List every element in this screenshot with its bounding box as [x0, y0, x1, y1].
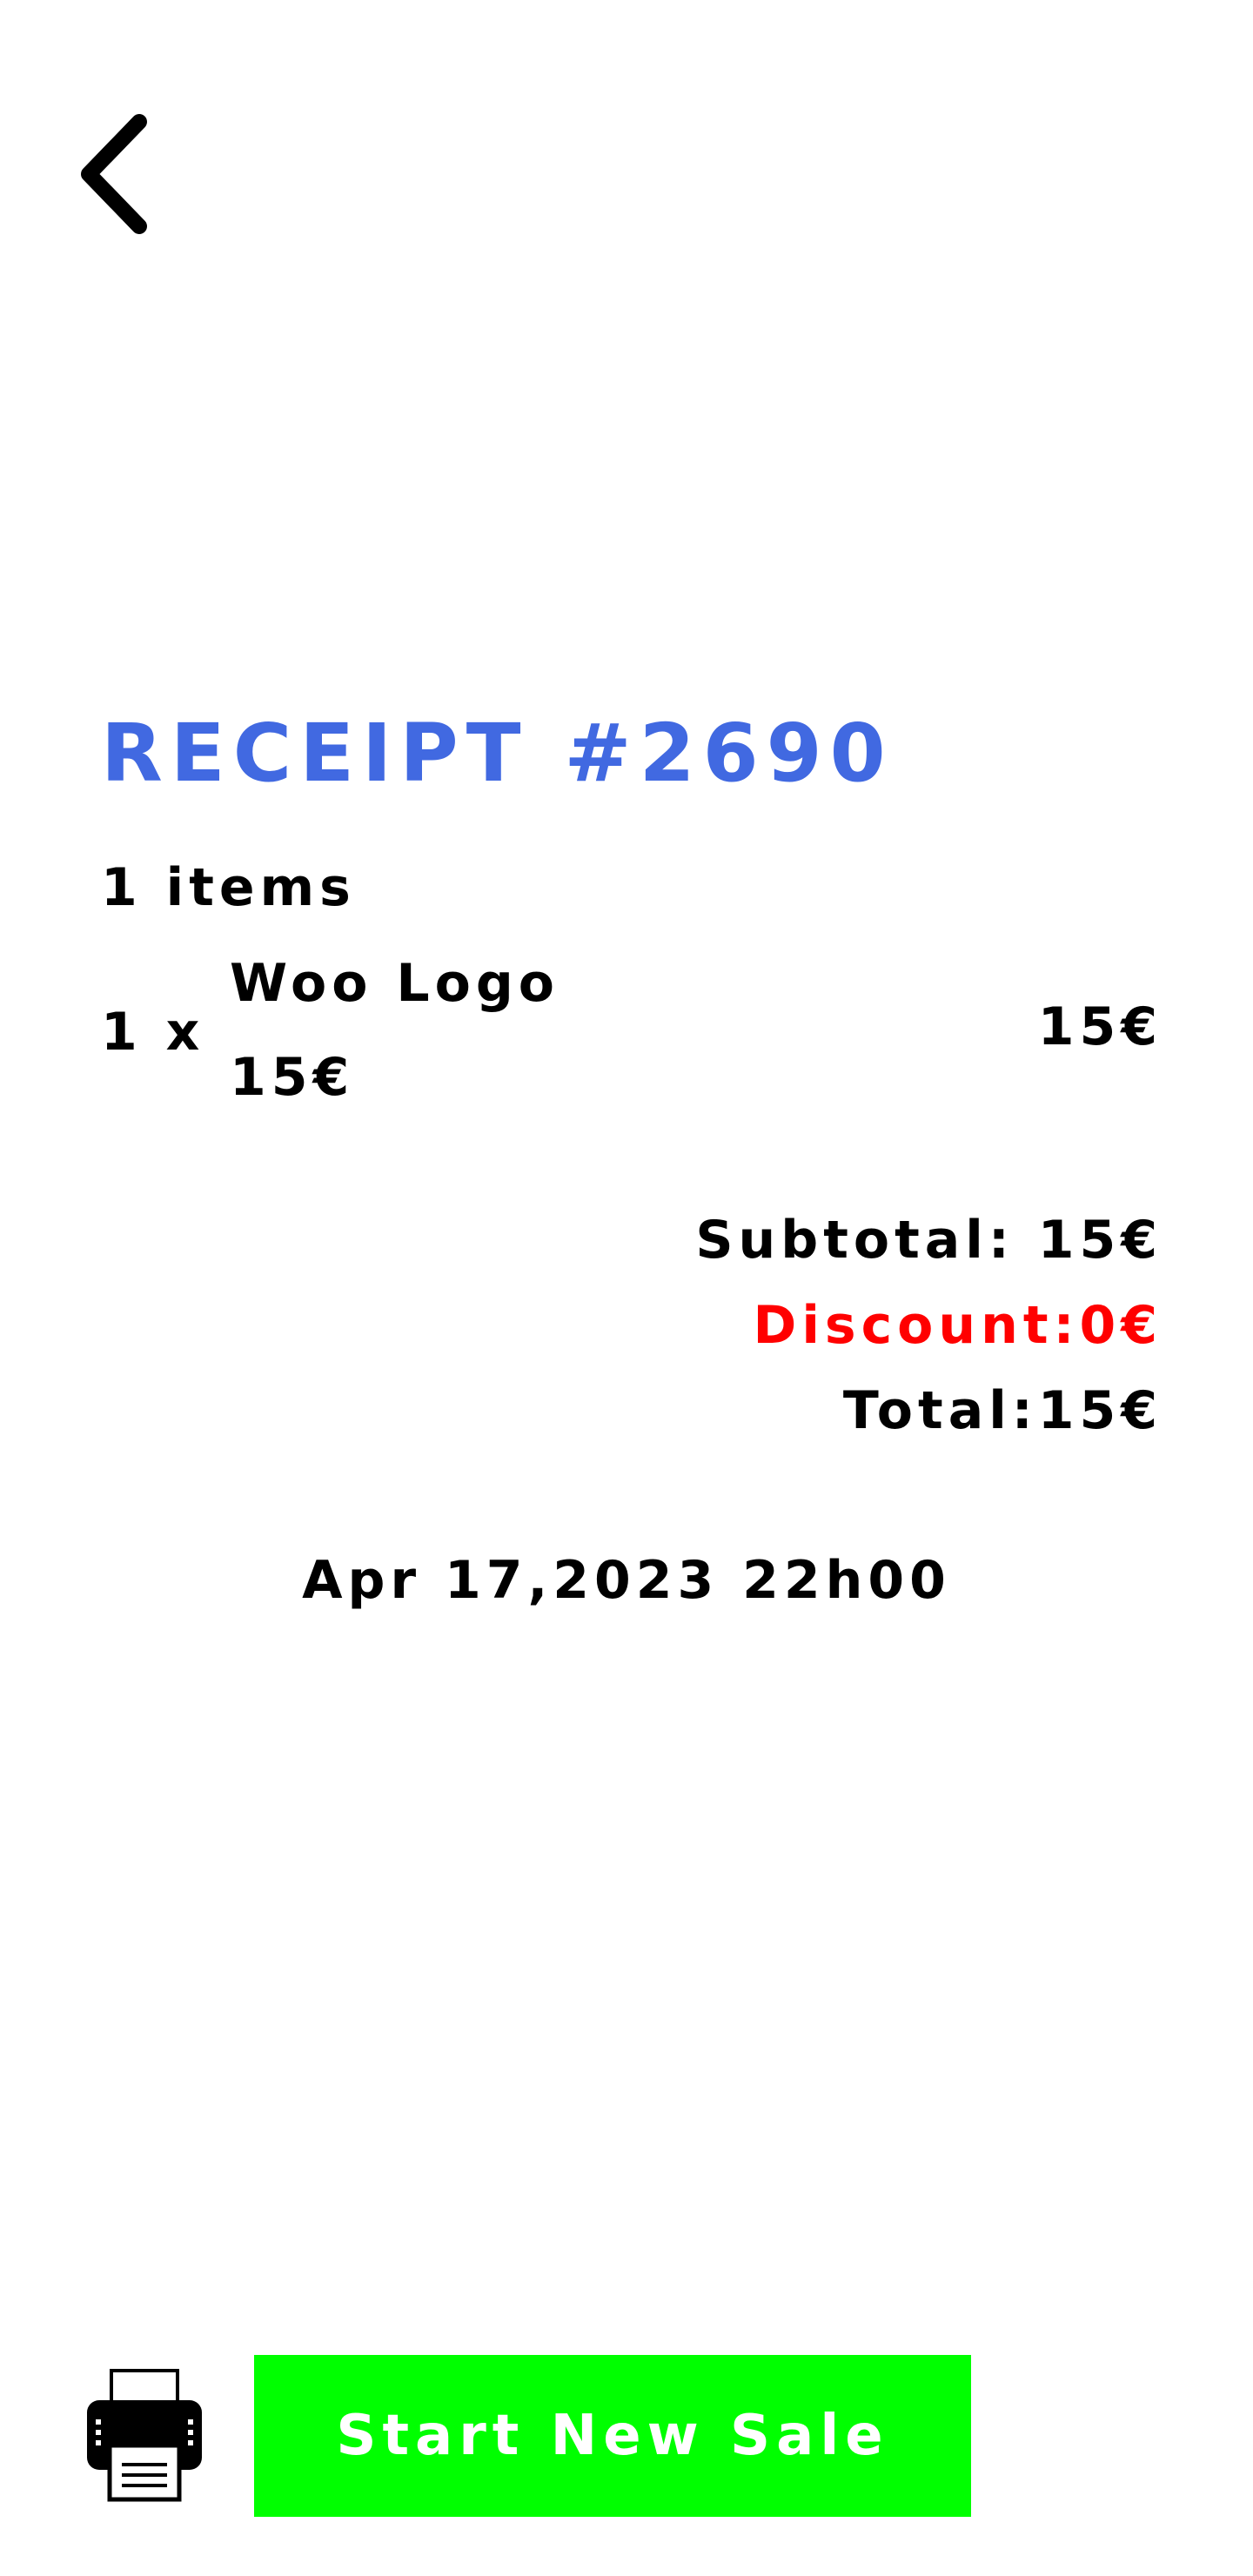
line-item-quantity: 1 x [101, 1002, 205, 1063]
line-item-total: 15€ [1037, 996, 1163, 1057]
line-item-unit-price: 15€ [230, 1047, 355, 1108]
discount: Discount:0€ [753, 1295, 1163, 1356]
items-count: 1 items [101, 857, 356, 918]
receipt-title: RECEIPT #2690 [101, 707, 894, 800]
subtotal: Subtotal: 15€ [695, 1210, 1163, 1271]
printer-icon [87, 2369, 202, 2502]
chevron-left-icon [81, 114, 147, 234]
total: Total:15€ [842, 1380, 1163, 1441]
print-button[interactable] [84, 2365, 205, 2505]
back-button[interactable] [70, 104, 174, 244]
receipt-date: Apr 17,2023 22h00 [302, 1550, 951, 1611]
start-new-sale-button[interactable]: Start New Sale [254, 2355, 971, 2517]
line-item: 1 x Woo Logo 15€ 15€ [101, 949, 1163, 1123]
receipt-summary: Subtotal: 15€ Discount:0€ Total:15€ [695, 1197, 1163, 1453]
bottom-action-bar: Start New Sale [0, 2350, 1253, 2524]
line-item-name: Woo Logo [230, 953, 559, 1014]
